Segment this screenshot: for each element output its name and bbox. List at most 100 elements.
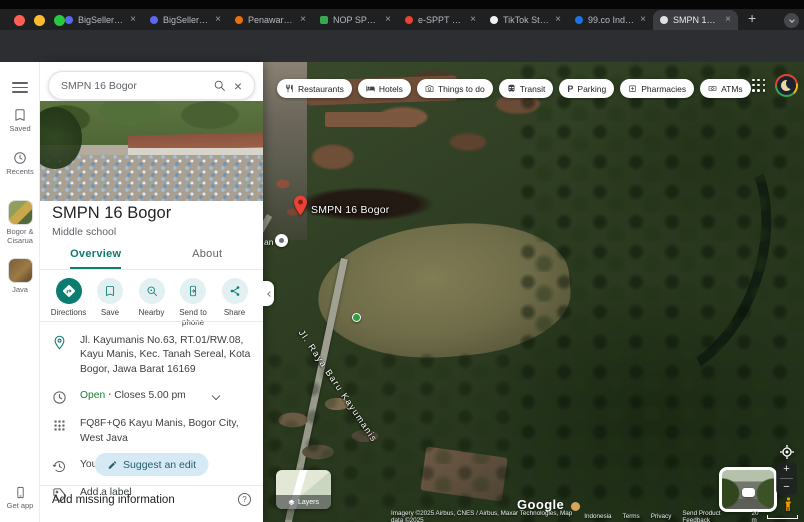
plus-code-row[interactable]: FQ8F+Q6 Kayu Manis, Bogor City, West Jav…	[40, 411, 263, 452]
street-view-thumbnail[interactable]	[719, 467, 777, 512]
account-avatar[interactable]	[775, 74, 798, 97]
chip-label: Hotels	[378, 83, 403, 94]
zoom-in-button[interactable]	[783, 464, 789, 475]
pegman-icon[interactable]	[782, 497, 795, 512]
bigseller-favicon-icon	[150, 16, 158, 24]
attribution-link-indonesia[interactable]: Indonesia	[584, 513, 611, 520]
address-text: Jl. Kayumanis No.63, RT.01/RW.08, Kayu M…	[80, 335, 251, 375]
nearby-search-icon	[147, 286, 157, 296]
tab-label: e-SPPT Kota B	[418, 15, 466, 25]
tab-close-icon[interactable]	[555, 15, 561, 25]
plus-code-icon	[54, 420, 65, 431]
new-tab-button[interactable]: +	[748, 11, 756, 25]
tab-close-icon[interactable]	[130, 15, 136, 25]
action-label: Nearby	[138, 308, 165, 317]
chip-things-to-do[interactable]: Things to do	[416, 79, 493, 98]
add-missing-info-link[interactable]: Add missing information	[52, 494, 175, 506]
hours-separator: ⋅	[105, 390, 115, 402]
clock-icon	[14, 152, 26, 164]
browser-tab-smpn16-active[interactable]: SMPN 16 Bogor	[653, 10, 738, 30]
browser-tab-99co[interactable]: 99.co Indones	[568, 10, 653, 30]
tab-label: About	[192, 248, 223, 260]
save-button[interactable]: Save	[90, 278, 131, 327]
hours-row[interactable]: Open ⋅ Closes 5.00 pm	[40, 383, 263, 411]
tab-overview[interactable]: Overview	[40, 241, 152, 269]
tab-label: TikTok Studio	[503, 15, 550, 25]
panel-collapse-button[interactable]	[263, 281, 274, 306]
plus-code-text: FQ8F+Q6 Kayu Manis, Bogor City, West Jav…	[80, 418, 239, 444]
chip-transit[interactable]: Transit	[498, 79, 554, 98]
sidebar-item-recents[interactable]: Recents	[0, 151, 40, 177]
directions-icon	[62, 285, 75, 297]
camera-icon	[425, 85, 434, 93]
help-icon[interactable]	[238, 493, 251, 506]
tab-close-icon[interactable]	[640, 15, 646, 25]
action-label: Send to phone	[179, 308, 207, 327]
send-to-phone-icon	[190, 285, 196, 297]
layers-button[interactable]: Layers	[276, 470, 331, 509]
place-marker-pin-icon[interactable]	[293, 195, 308, 216]
action-label: Save	[100, 308, 120, 317]
tab-close-icon[interactable]	[300, 15, 306, 25]
field-center-marker[interactable]	[352, 313, 361, 322]
browser-tab-bigseller-2[interactable]: BigSeller - Invi	[143, 10, 228, 30]
chevron-down-icon	[788, 16, 795, 23]
sidebar-item-bogor-cisarua[interactable]: Bogor & Cisarua	[0, 200, 40, 245]
share-button[interactable]: Share	[214, 278, 255, 327]
browser-tab-nop-sppt[interactable]: NOP SPPT Tan	[313, 10, 398, 30]
search-input[interactable]	[61, 79, 205, 92]
clear-search-icon[interactable]	[234, 79, 242, 93]
my-location-icon[interactable]	[779, 444, 795, 460]
window-minimize-button[interactable]	[34, 15, 45, 26]
chip-hotels[interactable]: Hotels	[357, 79, 411, 98]
transit-train-icon	[508, 84, 515, 92]
top-right-controls	[752, 74, 798, 97]
tab-about[interactable]: About	[152, 241, 264, 269]
address-row[interactable]: Jl. Kayumanis No.63, RT.01/RW.08, Kayu M…	[40, 328, 263, 383]
tab-close-icon[interactable]	[385, 15, 391, 25]
map-attribution: Imagery ©2025 Airbus, CNES / Airbus, Max…	[263, 510, 804, 522]
tab-close-icon[interactable]	[470, 15, 476, 25]
window-close-button[interactable]	[14, 15, 25, 26]
restaurant-icon	[286, 84, 293, 93]
tiktok-favicon-icon	[490, 16, 498, 24]
browser-tab-bigseller-1[interactable]: BigSeller - Dan	[58, 10, 143, 30]
search-box[interactable]	[48, 71, 255, 100]
attribution-link-privacy[interactable]: Privacy	[651, 513, 672, 520]
chip-restaurants[interactable]: Restaurants	[277, 79, 352, 98]
divider	[40, 321, 263, 322]
zoom-out-button[interactable]	[783, 482, 789, 493]
directions-button[interactable]: Directions	[48, 278, 89, 327]
tab-close-icon[interactable]	[215, 15, 221, 25]
99co-favicon-icon	[575, 16, 583, 24]
place-tabs: Overview About	[40, 241, 263, 270]
maps-left-rail: Saved Recents Bogor & Cisarua Java Get a…	[0, 62, 40, 522]
pencil-icon	[108, 460, 116, 469]
send-to-phone-button[interactable]: Send to phone	[173, 278, 214, 327]
poi-marker[interactable]	[275, 234, 288, 247]
google-apps-grid-icon[interactable]	[752, 78, 766, 93]
search-icon[interactable]	[213, 79, 226, 92]
browser-tab-esppt[interactable]: e-SPPT Kota B	[398, 10, 483, 30]
sidebar-item-java[interactable]: Java	[0, 258, 40, 295]
place-photo[interactable]	[40, 101, 263, 201]
browser-tab-penawaran[interactable]: Penawaran dan	[228, 10, 313, 30]
sidebar-item-saved[interactable]: Saved	[0, 108, 40, 134]
chevron-down-icon[interactable]	[211, 391, 220, 401]
satellite-map[interactable]: Restaurants Hotels Things to do Transit …	[263, 62, 804, 522]
nearby-button[interactable]: Nearby	[131, 278, 172, 327]
attribution-link-feedback[interactable]: Send Product Feedback	[682, 510, 739, 522]
chip-label: Things to do	[437, 83, 485, 94]
google-maps-app: Saved Recents Bogor & Cisarua Java Get a…	[0, 62, 804, 522]
tab-close-icon[interactable]	[725, 15, 731, 25]
menu-hamburger-icon[interactable]	[12, 82, 28, 93]
chip-pharmacies[interactable]: Pharmacies	[620, 79, 695, 98]
attribution-link-terms[interactable]: Terms	[623, 513, 640, 520]
browser-tab-tiktok-studio[interactable]: TikTok Studio	[483, 10, 568, 30]
chip-parking[interactable]: P Parking	[559, 79, 615, 98]
clock-icon	[53, 391, 66, 404]
tab-search-button[interactable]	[784, 13, 799, 28]
sidebar-item-get-app[interactable]: Get app	[0, 486, 40, 511]
chip-atms[interactable]: ATMs	[700, 79, 751, 98]
suggest-edit-button[interactable]: Suggest an edit	[94, 453, 209, 476]
